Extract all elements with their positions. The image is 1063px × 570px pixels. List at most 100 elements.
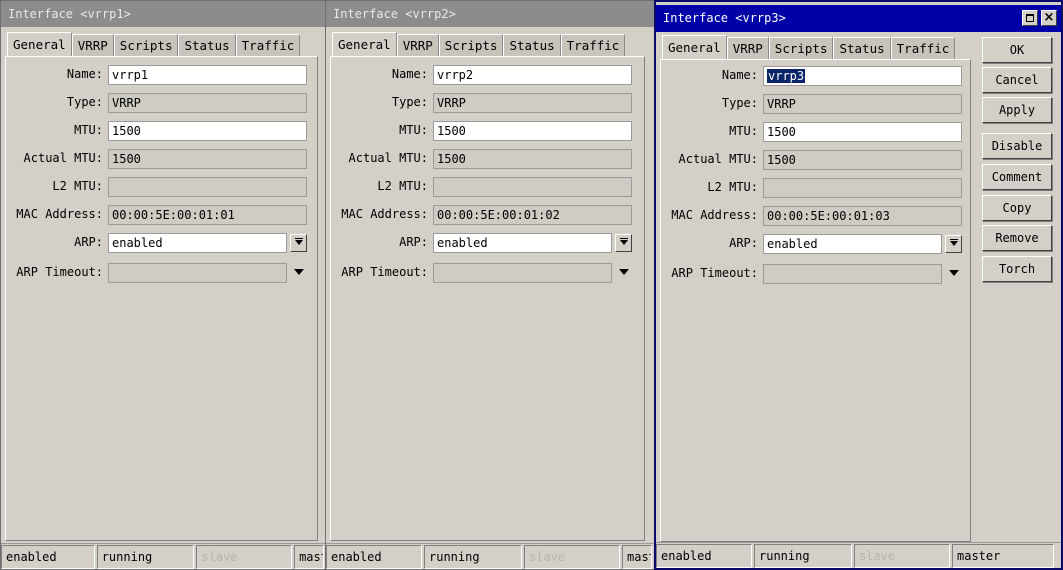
window-title-text: Interface <vrrp3> bbox=[663, 11, 786, 25]
status-bar: enabled running slave master bbox=[1, 543, 326, 569]
ok-button[interactable]: OK bbox=[982, 37, 1052, 63]
cancel-button[interactable]: Cancel bbox=[982, 67, 1052, 93]
name-label: Name: bbox=[66, 67, 103, 81]
status-enabled: enabled bbox=[1, 545, 95, 569]
mtu-label: MTU: bbox=[74, 123, 103, 137]
tab-scripts[interactable]: Scripts bbox=[438, 34, 504, 56]
general-panel: Name: vrrp3 Type: VRRP MTU: 1500 Actual … bbox=[660, 59, 971, 542]
l2-mtu-field bbox=[433, 177, 632, 197]
interface-window-vrrp1[interactable]: Interface <vrrp1> General VRRP Scripts S… bbox=[0, 0, 327, 570]
actual-mtu-field: 1500 bbox=[763, 150, 962, 170]
status-master: master bbox=[294, 545, 324, 569]
mtu-field[interactable]: 1500 bbox=[763, 122, 962, 142]
name-field[interactable]: vrrp2 bbox=[433, 65, 632, 85]
l2-mtu-field bbox=[763, 178, 962, 198]
actual-mtu-label: Actual MTU: bbox=[678, 152, 758, 166]
torch-button[interactable]: Torch bbox=[982, 256, 1052, 282]
interface-window-vrrp2[interactable]: Interface <vrrp2> General VRRP Scripts S… bbox=[325, 0, 656, 570]
tab-strip: General VRRP Scripts Status Traffic bbox=[332, 32, 626, 56]
status-running: running bbox=[424, 545, 522, 569]
chevron-down-icon bbox=[295, 240, 303, 245]
arp-dropdown-button[interactable] bbox=[945, 235, 962, 253]
chevron-down-icon bbox=[950, 241, 958, 246]
mac-address-label: MAC Address: bbox=[341, 207, 428, 221]
type-field: VRRP bbox=[763, 94, 962, 114]
actual-mtu-field: 1500 bbox=[108, 149, 307, 169]
tab-scripts[interactable]: Scripts bbox=[768, 37, 834, 59]
tab-vrrp[interactable]: VRRP bbox=[726, 37, 769, 59]
apply-button[interactable]: Apply bbox=[982, 97, 1052, 123]
mtu-label: MTU: bbox=[729, 124, 758, 138]
status-bar: enabled running slave master bbox=[656, 542, 1061, 568]
tab-traffic[interactable]: Traffic bbox=[890, 37, 956, 59]
name-label: Name: bbox=[391, 67, 428, 81]
arp-timeout-field[interactable] bbox=[763, 264, 942, 284]
status-slave: slave bbox=[854, 544, 950, 568]
name-field-selected-text: vrrp3 bbox=[767, 69, 806, 83]
restore-icon[interactable] bbox=[1022, 10, 1038, 26]
arp-label: ARP: bbox=[74, 235, 103, 249]
comment-button[interactable]: Comment bbox=[982, 164, 1052, 190]
status-master: master bbox=[952, 544, 1054, 568]
tab-traffic[interactable]: Traffic bbox=[560, 34, 626, 56]
tab-status[interactable]: Status bbox=[178, 34, 236, 56]
status-master: master bbox=[622, 545, 652, 569]
mtu-label: MTU: bbox=[399, 123, 428, 137]
tab-status[interactable]: Status bbox=[503, 34, 561, 56]
chevron-down-icon bbox=[620, 240, 628, 245]
l2-mtu-label: L2 MTU: bbox=[377, 179, 428, 193]
type-label: Type: bbox=[721, 96, 758, 110]
close-icon[interactable]: × bbox=[1041, 10, 1057, 26]
arp-timeout-dropdown-icon[interactable] bbox=[949, 270, 959, 276]
tab-general[interactable]: General bbox=[7, 32, 72, 56]
actual-mtu-field: 1500 bbox=[433, 149, 632, 169]
window-title[interactable]: Interface <vrrp2> bbox=[326, 1, 655, 27]
tab-traffic[interactable]: Traffic bbox=[235, 34, 301, 56]
l2-mtu-label: L2 MTU: bbox=[707, 180, 758, 194]
mac-address-label: MAC Address: bbox=[671, 208, 758, 222]
tab-strip: General VRRP Scripts Status Traffic bbox=[7, 32, 301, 56]
arp-timeout-dropdown-icon[interactable] bbox=[294, 269, 304, 275]
window-title[interactable]: Interface <vrrp1> bbox=[1, 1, 326, 27]
tab-general[interactable]: General bbox=[332, 32, 397, 56]
name-label: Name: bbox=[721, 68, 758, 82]
general-panel: Name: vrrp2 Type: VRRP MTU: 1500 Actual … bbox=[330, 56, 645, 541]
arp-dropdown-button[interactable] bbox=[290, 234, 307, 252]
tab-status[interactable]: Status bbox=[833, 37, 891, 59]
mac-address-field: 00:00:5E:00:01:03 bbox=[763, 206, 962, 226]
arp-timeout-label: ARP Timeout: bbox=[341, 265, 428, 279]
arp-select[interactable]: enabled bbox=[433, 233, 612, 253]
arp-timeout-field[interactable] bbox=[433, 263, 612, 283]
arp-select[interactable]: enabled bbox=[763, 234, 942, 254]
mac-address-label: MAC Address: bbox=[16, 207, 103, 221]
arp-dropdown-button[interactable] bbox=[615, 234, 632, 252]
arp-timeout-dropdown-icon[interactable] bbox=[619, 269, 629, 275]
mac-address-field: 00:00:5E:00:01:01 bbox=[108, 205, 307, 225]
arp-label: ARP: bbox=[399, 235, 428, 249]
mtu-field[interactable]: 1500 bbox=[433, 121, 632, 141]
arp-label: ARP: bbox=[729, 236, 758, 250]
status-running: running bbox=[96, 545, 195, 569]
name-field[interactable]: vrrp1 bbox=[108, 65, 307, 85]
actual-mtu-label: Actual MTU: bbox=[23, 151, 103, 165]
tab-general[interactable]: General bbox=[662, 35, 727, 59]
tab-vrrp[interactable]: VRRP bbox=[71, 34, 114, 56]
type-field: VRRP bbox=[108, 93, 307, 113]
remove-button[interactable]: Remove bbox=[982, 225, 1052, 251]
arp-select[interactable]: enabled bbox=[108, 233, 287, 253]
type-field: VRRP bbox=[433, 93, 632, 113]
status-slave: slave bbox=[196, 545, 293, 569]
tab-vrrp[interactable]: VRRP bbox=[396, 34, 439, 56]
window-title[interactable]: Interface <vrrp3> × bbox=[656, 5, 1061, 32]
arp-timeout-field[interactable] bbox=[108, 263, 287, 283]
l2-mtu-field bbox=[108, 177, 307, 197]
copy-button[interactable]: Copy bbox=[982, 195, 1052, 221]
disable-button[interactable]: Disable bbox=[982, 133, 1052, 159]
arp-timeout-label: ARP Timeout: bbox=[671, 266, 758, 280]
tab-scripts[interactable]: Scripts bbox=[113, 34, 179, 56]
mtu-field[interactable]: 1500 bbox=[108, 121, 307, 141]
status-enabled: enabled bbox=[656, 544, 752, 568]
interface-window-vrrp3[interactable]: Interface <vrrp3> × General VRRP Scripts… bbox=[654, 0, 1063, 570]
status-enabled: enabled bbox=[326, 545, 422, 569]
name-field[interactable]: vrrp3 bbox=[763, 66, 962, 86]
